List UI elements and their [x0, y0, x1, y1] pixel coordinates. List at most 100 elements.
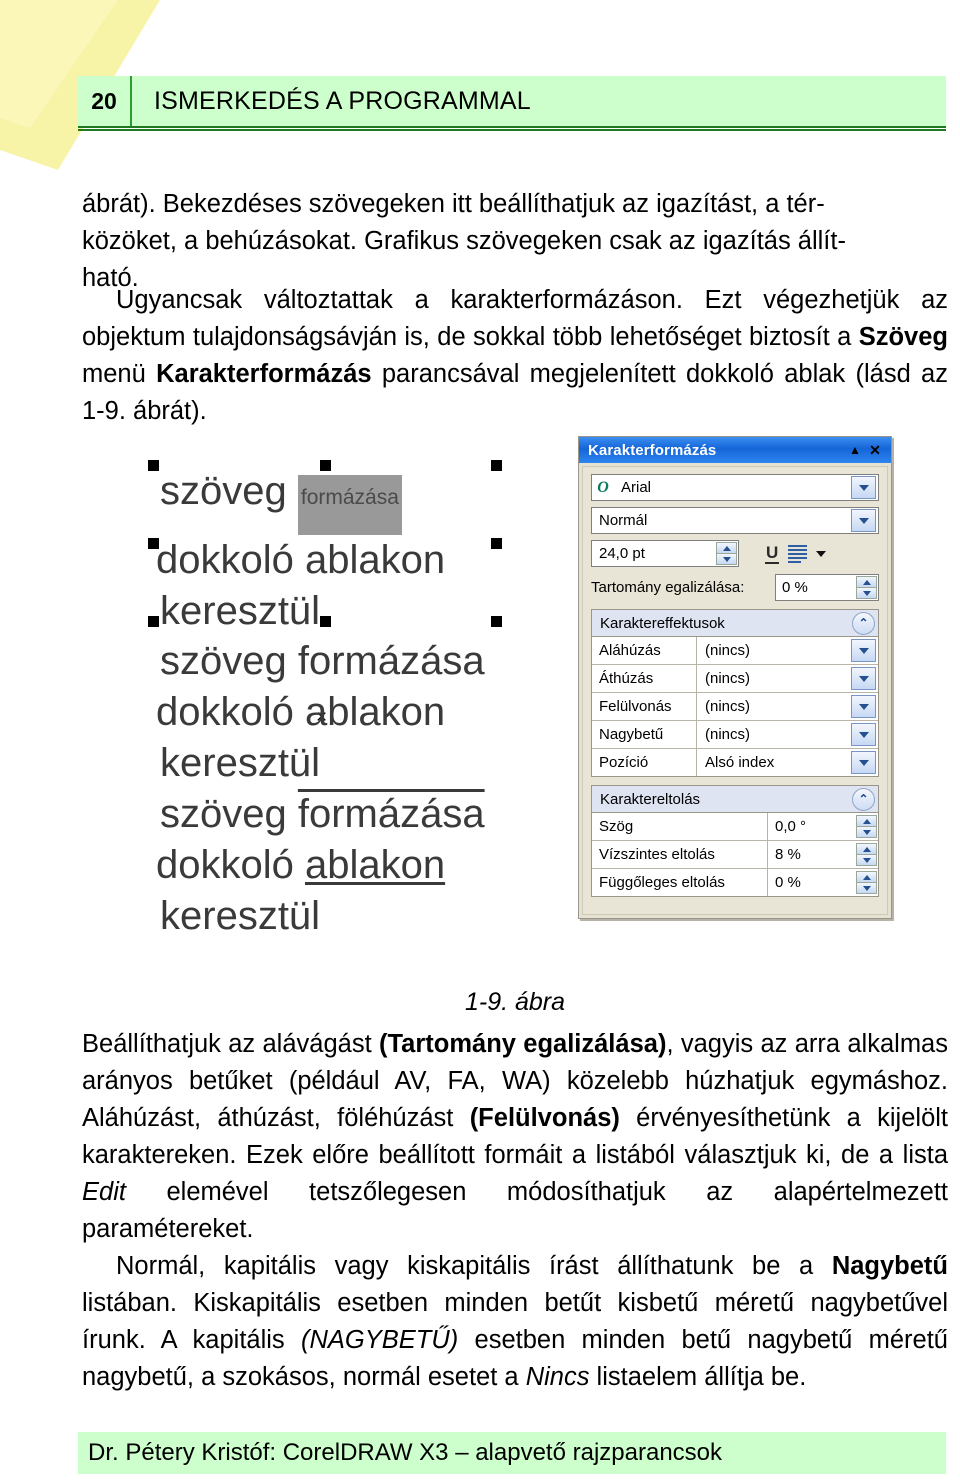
font-style-combobox[interactable]: Normál — [591, 507, 879, 534]
effect-label-underline: Aláhúzás — [592, 637, 697, 664]
character-effects-group: Karaktereffektusok ⌃ Aláhúzás (nincs) Át… — [591, 609, 879, 777]
character-effects-header[interactable]: Karaktereffektusok ⌃ — [592, 610, 878, 637]
footer-text: Dr. Pétery Kristóf: CorelDRAW X3 – alapv… — [88, 1439, 723, 1466]
text-sample-illustration: szöveg formázása dokkoló ablakon kereszt… — [138, 444, 578, 938]
sample-b1-normal: szöveg — [160, 469, 298, 513]
paragraph-1-line-1: ábrát). Bekezdéses szövegeken itt beállí… — [82, 190, 825, 218]
docker-body: O Arial Normál 24,0 pt U Tartomány egali… — [582, 466, 888, 915]
shift-stepper-angle[interactable] — [856, 815, 877, 838]
paragraph-4-text: Normál, kapitális vagy kiskapitális írás… — [82, 1248, 948, 1396]
effect-value-overline: (nincs) — [705, 698, 751, 715]
header-rule — [78, 126, 946, 131]
shift-row-angle[interactable]: Szög 0,0 ° — [592, 813, 878, 841]
shift-stepper-vertical[interactable] — [856, 871, 877, 894]
para4-bold-nagybetu: Nagybetű — [831, 1252, 948, 1280]
opentype-o-icon: O — [597, 478, 609, 496]
para3-seg-d: elemével tetszőlegesen módosíthatjuk az … — [82, 1178, 948, 1243]
font-style-dropdown-icon[interactable] — [851, 509, 876, 532]
para2-seg-b: menü — [82, 360, 157, 388]
para3-italic-edit: Edit — [82, 1178, 126, 1206]
character-shift-title: Karaktereltolás — [600, 790, 701, 808]
shift-value-vertical: 0 % — [775, 874, 801, 891]
close-icon[interactable]: ✕ — [865, 443, 885, 457]
sample-b3-plain-1: szöveg — [160, 792, 298, 836]
page-number: 20 — [91, 87, 117, 114]
sample-b3-plain-2: dokkoló — [156, 843, 305, 887]
sample-b3-line-3: keresztül — [160, 894, 321, 938]
font-family-dropdown-icon[interactable] — [851, 476, 876, 499]
sample-b1-line-1: szöveg formázása — [138, 466, 578, 535]
figure-1-9: szöveg formázása dokkoló ablakon kereszt… — [78, 436, 948, 976]
sample-b3-overline: formázása — [297, 792, 485, 836]
alignment-dropdown-icon[interactable] — [816, 550, 827, 557]
effect-label-position: Pozíció — [592, 749, 697, 776]
collapse-icon[interactable]: ▲ — [845, 444, 865, 456]
effect-row-strikethrough[interactable]: Áthúzás (nincs) — [592, 665, 878, 693]
effect-value-underline: (nincs) — [705, 642, 751, 659]
alignment-icon[interactable] — [788, 544, 808, 563]
font-family-value: Arial — [621, 479, 652, 496]
font-style-value: Normál — [599, 512, 648, 529]
para4-italic-nincs: Nincs — [525, 1363, 590, 1391]
underline-icon[interactable]: U — [765, 543, 780, 564]
page-header: 20 ISMERKEDÉS A PROGRAMMAL — [78, 76, 946, 126]
sample-b2-line-1: szöveg formázása — [160, 639, 485, 683]
range-kerning-label: Tartomány egalizálása: — [591, 579, 745, 596]
effect-dropdown-uppercase-icon[interactable] — [851, 723, 876, 746]
font-size-row: 24,0 pt U — [591, 540, 879, 567]
effect-value-uppercase: (nincs) — [705, 726, 751, 743]
shift-stepper-horizontal[interactable] — [856, 843, 877, 866]
sample-b2-line-3: keresztül — [160, 741, 321, 785]
docker-title: Karakterformázás — [588, 441, 717, 459]
effect-dropdown-overline-icon[interactable] — [851, 695, 876, 718]
range-kerning-row: Tartomány egalizálása: 0 % — [591, 574, 879, 601]
effect-label-overline: Felülvonás — [592, 693, 697, 720]
range-kerning-stepper[interactable] — [856, 576, 877, 599]
font-family-combobox[interactable]: O Arial — [591, 474, 879, 501]
shift-label-angle: Szög — [592, 813, 768, 840]
sample-text-block-2: szöveg formázása dokkoló ablakon kereszt… — [138, 636, 578, 789]
sample-b1-line-2: dokkoló ablakon — [156, 538, 446, 582]
character-formatting-docker: Karakterformázás ▲ ✕ O Arial Normál 24,0… — [578, 436, 892, 919]
sample-b3-underline: ablakon — [304, 843, 446, 887]
shift-label-vertical: Függőleges eltolás — [592, 869, 768, 896]
sample-b3-line-2: dokkoló ablakon — [138, 840, 578, 891]
character-shift-group: Karaktereltolás ⌃ Szög 0,0 ° Vízszintes … — [591, 785, 879, 897]
shift-row-horizontal[interactable]: Vízszintes eltolás 8 % — [592, 841, 878, 869]
character-shift-collapse-icon[interactable]: ⌃ — [852, 787, 875, 811]
shift-row-vertical[interactable]: Függőleges eltolás 0 % — [592, 869, 878, 896]
font-size-spinbox[interactable]: 24,0 pt — [591, 540, 739, 567]
range-kerning-spinbox[interactable]: 0 % — [775, 574, 879, 601]
text-format-icons: U — [765, 543, 827, 564]
effect-dropdown-position-icon[interactable] — [851, 751, 876, 774]
effect-row-position[interactable]: Pozíció Alsó index — [592, 749, 878, 776]
sample-b1-selected-subscript: formázása — [297, 475, 402, 535]
paragraph-1: ábrát). Bekezdéses szövegeken itt beállí… — [82, 186, 948, 297]
sample-text-block-3: szöveg formázása dokkoló ablakon kereszt… — [138, 789, 578, 942]
character-effects-collapse-icon[interactable]: ⌃ — [852, 611, 875, 635]
paragraph-1-line-2: közöket, a behúzásokat. Grafikus szövege… — [82, 227, 846, 255]
sample-b1-line-3: keresztül — [160, 589, 321, 633]
paragraph-3-text: Beállíthatjuk az alávágást (Tartomány eg… — [82, 1026, 948, 1248]
effect-row-uppercase[interactable]: Nagybetű (nincs) — [592, 721, 878, 749]
character-effects-title: Karaktereffektusok — [600, 614, 725, 632]
page-footer: Dr. Pétery Kristóf: CorelDRAW X3 – alapv… — [78, 1432, 946, 1474]
para4-seg-d: listaelem állítja be. — [589, 1363, 807, 1391]
character-shift-header[interactable]: Karaktereltolás ⌃ — [592, 786, 878, 813]
sample-text-block-1: szöveg formázása dokkoló ablakon kereszt… — [138, 466, 578, 637]
paragraph-3-and-4: Beállíthatjuk az alávágást (Tartomány eg… — [82, 1026, 948, 1396]
chapter-title: ISMERKEDÉS A PROGRAMMAL — [154, 86, 531, 115]
effect-label-uppercase: Nagybetű — [592, 721, 697, 748]
effect-row-overline[interactable]: Felülvonás (nincs) — [592, 693, 878, 721]
range-kerning-value: 0 % — [782, 579, 808, 596]
effect-row-underline[interactable]: Aláhúzás (nincs) — [592, 637, 878, 665]
effect-value-position: Alsó index — [705, 754, 775, 771]
effect-dropdown-underline-icon[interactable] — [851, 639, 876, 662]
para2-bold-szoveg: Szöveg — [858, 323, 948, 351]
para3-bold-tartomany: (Tartomány egalizálása) — [378, 1030, 667, 1058]
para4-italic-nagybetu: (NAGYBETŰ) — [300, 1326, 459, 1354]
para3-seg-a: Beállíthatjuk az alávágást — [82, 1030, 379, 1058]
docker-titlebar: Karakterformázás ▲ ✕ — [579, 437, 891, 463]
effect-dropdown-strikethrough-icon[interactable] — [851, 667, 876, 690]
font-size-stepper[interactable] — [716, 542, 737, 565]
